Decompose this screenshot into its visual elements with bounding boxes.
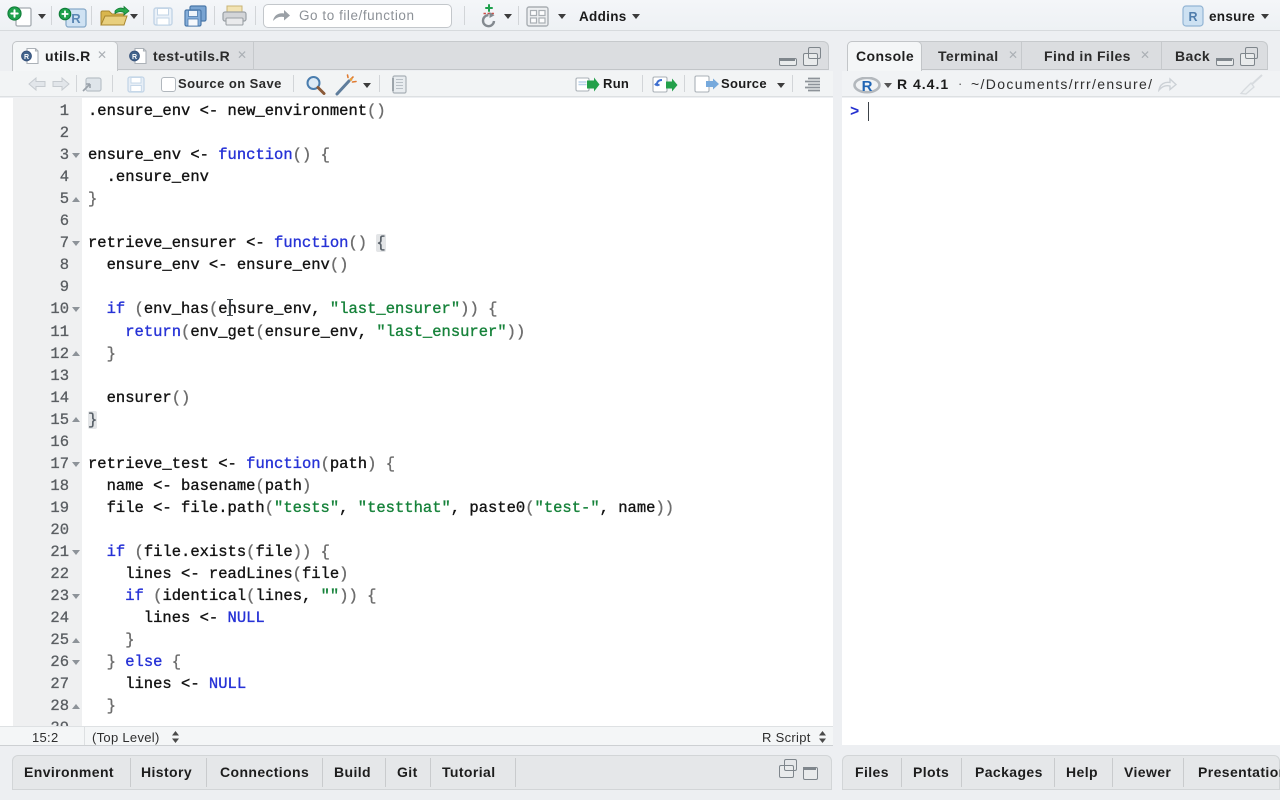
svg-text:R: R [24, 54, 29, 61]
svg-text:R: R [71, 11, 81, 26]
svg-text:R: R [862, 78, 873, 94]
svg-text:R: R [1188, 10, 1197, 24]
svg-text:R: R [132, 54, 137, 61]
